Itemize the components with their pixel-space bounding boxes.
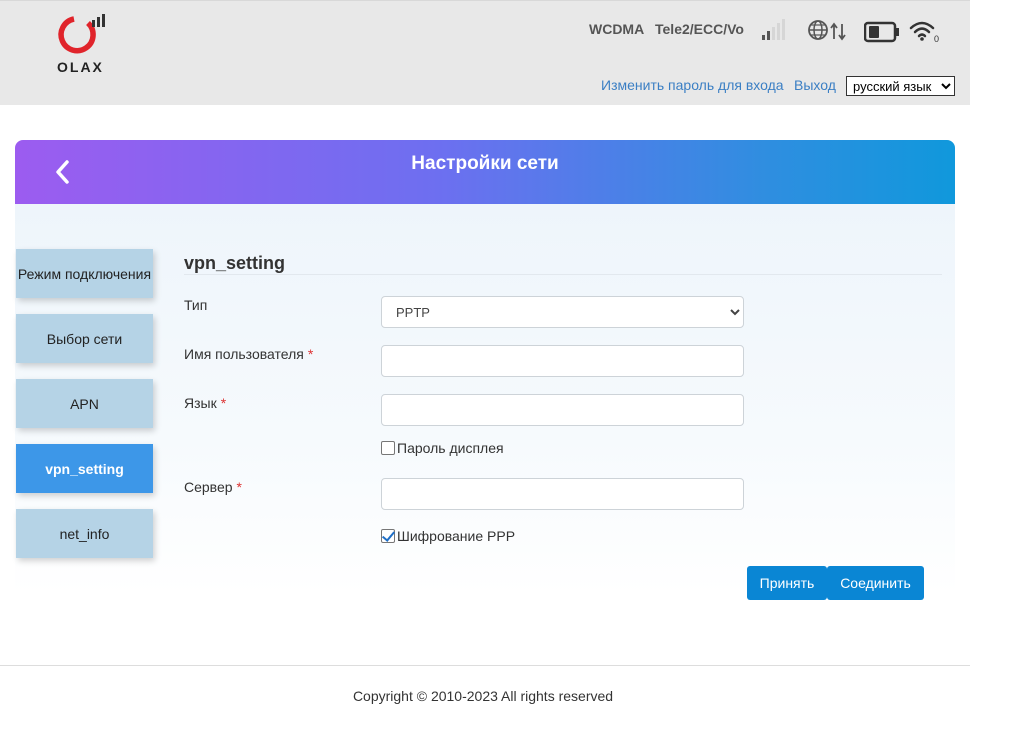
wifi-icon: 0 — [909, 19, 941, 50]
change-password-link[interactable]: Изменить пароль для входа — [601, 77, 784, 93]
header: OLAX WCDMA Tele2/ECC/Vo 0 Изменить парол… — [0, 0, 970, 105]
show-password-row: Пароль дисплея — [381, 440, 504, 456]
required-mark: * — [236, 479, 242, 495]
sidebar-item-net-info[interactable]: net_info — [16, 509, 153, 558]
connect-button[interactable]: Соединить — [827, 566, 924, 600]
sidebar-item-connection-mode[interactable]: Режим подключения — [16, 249, 153, 298]
username-label: Имя пользователя * — [184, 346, 313, 362]
sidebar-item-label: net_info — [59, 525, 110, 542]
main-content: Режим подключения Выбор сети APN vpn_set… — [15, 204, 955, 600]
olax-logo-mark — [58, 14, 105, 54]
type-label-text: Тип — [184, 297, 208, 313]
sidebar-item-label: vpn_setting — [45, 460, 124, 477]
sidebar-item-label: Выбор сети — [46, 330, 123, 347]
password-label-text: Язык — [184, 395, 217, 411]
brand-name: OLAX — [57, 59, 104, 75]
required-mark: * — [220, 395, 227, 411]
show-password-checkbox[interactable] — [381, 441, 395, 455]
section-divider — [184, 274, 942, 275]
server-label-text: Сервер — [184, 479, 233, 495]
globe-transfer-icon — [807, 19, 851, 48]
ppp-encryption-checkbox[interactable] — [381, 529, 395, 543]
password-label: Язык * — [184, 395, 226, 411]
password-input[interactable] — [381, 394, 744, 426]
footer-divider — [0, 665, 970, 666]
copyright-text: Copyright © 2010-2023 All rights reserve… — [352, 688, 614, 704]
type-label: Тип — [184, 297, 207, 313]
svg-text:0: 0 — [934, 34, 939, 44]
signal-icon — [760, 17, 788, 46]
sidebar-item-label: APN — [70, 395, 99, 412]
language-select[interactable]: русский язык — [846, 76, 955, 96]
network-type: WCDMA — [589, 21, 645, 37]
page-banner: Настройки сети — [15, 140, 955, 204]
vpn-type-select[interactable]: PPTP — [381, 296, 744, 328]
username-input[interactable] — [381, 345, 744, 377]
section-title: vpn_setting — [184, 253, 286, 273]
server-label: Сервер * — [184, 479, 242, 495]
show-password-label: Пароль дисплея — [397, 440, 504, 456]
username-label-text: Имя пользователя — [184, 346, 304, 362]
sidebar-item-apn[interactable]: APN — [16, 379, 153, 428]
olax-logo[interactable]: OLAX — [52, 11, 112, 77]
ppp-encryption-label: Шифрование PPP — [397, 528, 516, 544]
sidebar-item-vpn-setting[interactable]: vpn_setting — [16, 444, 153, 493]
accept-button[interactable]: Принять — [747, 566, 827, 600]
required-mark: * — [307, 346, 314, 362]
ppp-encryption-row: Шифрование PPP — [381, 528, 515, 544]
server-input[interactable] — [381, 478, 744, 510]
page-title: Настройки сети — [411, 153, 559, 174]
logout-link[interactable]: Выход — [794, 77, 836, 93]
sidebar-item-network-selection[interactable]: Выбор сети — [16, 314, 153, 363]
operator-name: Tele2/ECC/Vo — [655, 21, 744, 37]
sidebar-item-label: Режим подключения — [17, 265, 152, 282]
battery-icon — [863, 21, 900, 48]
